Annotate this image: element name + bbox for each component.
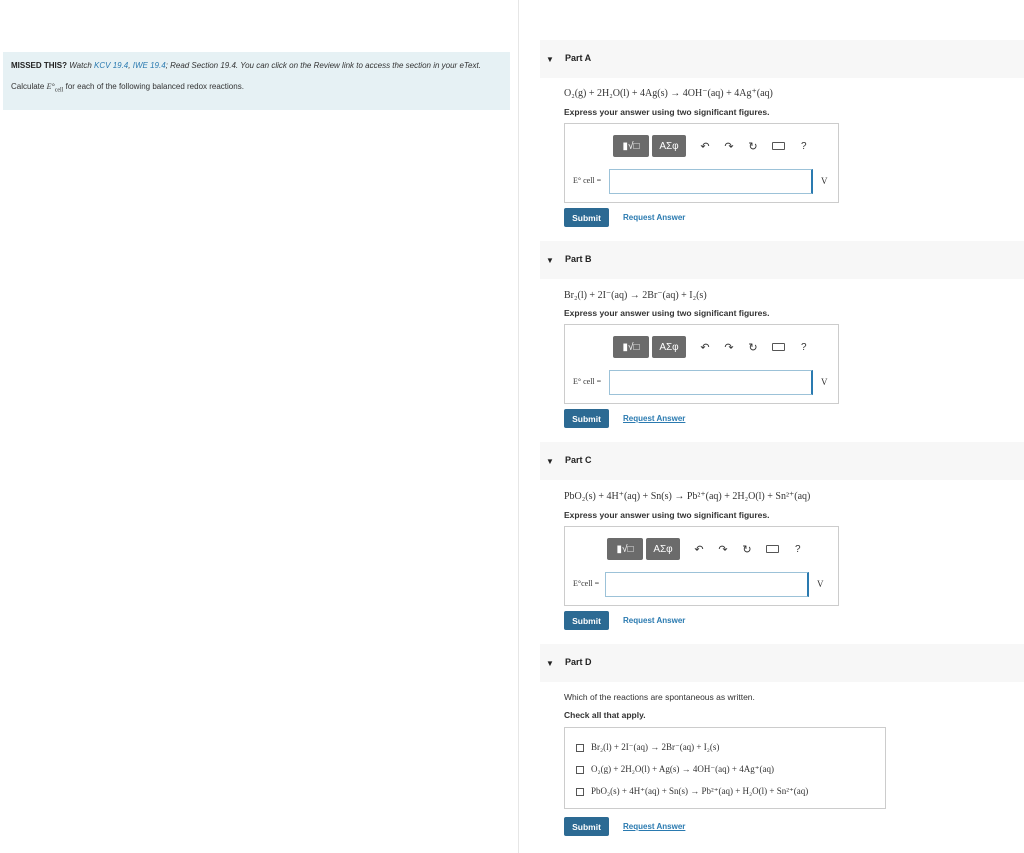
part-a-equation: O₂(g) + 2H₂O(l) + 4Ag(s) → 4OH⁻(aq) + 4A… bbox=[564, 88, 773, 99]
undo-icon[interactable]: ↶ bbox=[700, 341, 710, 354]
math-toolbar: ▮√□ ΑΣφ ↶ ↷ ↻ ? bbox=[613, 336, 807, 358]
part-a-submit-button[interactable]: Submit bbox=[564, 208, 609, 227]
option-label: Br₂(l) + 2I⁻(aq) → 2Br⁻(aq) + I₂(s) bbox=[591, 742, 720, 752]
undo-icon[interactable]: ↶ bbox=[700, 140, 710, 153]
part-d-instruction: Check all that apply. bbox=[564, 710, 646, 720]
undo-icon[interactable]: ↶ bbox=[694, 543, 704, 556]
etext-text: eText. bbox=[459, 61, 481, 70]
part-b-answer-box: ▮√□ ΑΣφ ↶ ↷ ↻ ? E° cell = V bbox=[564, 324, 839, 404]
templates-button[interactable]: ▮√□ bbox=[613, 336, 649, 358]
math-toolbar: ▮√□ ΑΣφ ↶ ↷ ↻ ? bbox=[613, 135, 807, 157]
collapse-triangle-icon[interactable]: ▼ bbox=[546, 55, 554, 64]
help-icon[interactable]: ? bbox=[801, 342, 807, 353]
greek-symbols-button[interactable]: ΑΣφ bbox=[652, 336, 686, 358]
part-b-header[interactable]: ▼ Part B bbox=[540, 241, 1024, 279]
part-c-submit-button[interactable]: Submit bbox=[564, 611, 609, 630]
keyboard-icon[interactable] bbox=[772, 343, 785, 351]
option-row[interactable]: PbO₂(s) + 4H⁺(aq) + Sn(s) → Pb²⁺(aq) + H… bbox=[576, 786, 808, 797]
help-icon[interactable]: ? bbox=[801, 141, 807, 152]
option-label: O₂(g) + 2H₂O(l) + Ag(s) → 4OH⁻(aq) + 4Ag… bbox=[591, 764, 774, 774]
option-label: PbO₂(s) + 4H⁺(aq) + Sn(s) → Pb²⁺(aq) + H… bbox=[591, 786, 809, 796]
collapse-triangle-icon[interactable]: ▼ bbox=[546, 256, 554, 265]
part-c-instruction: Express your answer using two significan… bbox=[564, 510, 770, 520]
greek-symbols-button[interactable]: ΑΣφ bbox=[646, 538, 680, 560]
part-d-request-answer-link[interactable]: Request Answer bbox=[623, 822, 685, 831]
part-c-answer-input[interactable] bbox=[605, 572, 809, 597]
ecell-label: E° cell = bbox=[573, 377, 602, 386]
redo-icon[interactable]: ↷ bbox=[718, 543, 728, 556]
part-c-request-answer-link[interactable]: Request Answer bbox=[623, 616, 685, 625]
part-a-label: Part A bbox=[565, 53, 592, 63]
unit-label: V bbox=[821, 176, 828, 186]
templates-button[interactable]: ▮√□ bbox=[607, 538, 643, 560]
checkbox[interactable] bbox=[576, 787, 584, 796]
checkbox[interactable] bbox=[576, 765, 584, 774]
reset-icon[interactable]: ↻ bbox=[748, 341, 758, 354]
reset-icon[interactable]: ↻ bbox=[748, 140, 758, 153]
left-pane: MISSED THIS? Watch KCV 19.4, IWE 19.4; R… bbox=[0, 0, 519, 853]
part-a-answer-box: ▮√□ ΑΣφ ↶ ↷ ↻ ? E° cell = V bbox=[564, 123, 839, 203]
collapse-triangle-icon[interactable]: ▼ bbox=[546, 457, 554, 466]
math-toolbar: ▮√□ ΑΣφ ↶ ↷ ↻ ? bbox=[607, 538, 801, 560]
part-d-options-box: Br₂(l) + 2I⁻(aq) → 2Br⁻(aq) + I₂(s) O₂(g… bbox=[564, 727, 886, 809]
part-b-label: Part B bbox=[565, 254, 592, 264]
keyboard-icon[interactable] bbox=[766, 545, 779, 553]
part-d-header[interactable]: ▼ Part D bbox=[540, 644, 1024, 682]
calculate-instruction: Calculate E°cell for each of the followi… bbox=[11, 82, 244, 94]
ecell-label: E° cell = bbox=[573, 176, 602, 185]
part-a-header[interactable]: ▼ Part A bbox=[540, 40, 1024, 78]
checkbox[interactable] bbox=[576, 743, 584, 752]
part-c-equation: PbO₂(s) + 4H⁺(aq) + Sn(s) → Pb²⁺(aq) + 2… bbox=[564, 491, 811, 502]
help-icon[interactable]: ? bbox=[795, 544, 801, 555]
missed-this-box: MISSED THIS? Watch KCV 19.4, IWE 19.4; R… bbox=[3, 52, 510, 110]
unit-label: V bbox=[821, 377, 828, 387]
collapse-triangle-icon[interactable]: ▼ bbox=[546, 659, 554, 668]
part-d-label: Part D bbox=[565, 657, 592, 667]
missed-label: MISSED THIS? bbox=[11, 61, 68, 70]
part-c-header[interactable]: ▼ Part C bbox=[540, 442, 1024, 480]
option-row[interactable]: Br₂(l) + 2I⁻(aq) → 2Br⁻(aq) + I₂(s) bbox=[576, 742, 719, 753]
iwe-link[interactable]: IWE 19.4 bbox=[133, 61, 166, 70]
option-row[interactable]: O₂(g) + 2H₂O(l) + Ag(s) → 4OH⁻(aq) + 4Ag… bbox=[576, 764, 774, 775]
part-c-label: Part C bbox=[565, 455, 592, 465]
part-d-question: Which of the reactions are spontaneous a… bbox=[564, 692, 755, 702]
keyboard-icon[interactable] bbox=[772, 142, 785, 150]
unit-label: V bbox=[817, 579, 824, 589]
part-d-submit-button[interactable]: Submit bbox=[564, 817, 609, 836]
part-b-answer-input[interactable] bbox=[609, 370, 813, 395]
part-c-answer-box: ▮√□ ΑΣφ ↶ ↷ ↻ ? E°cell = V bbox=[564, 526, 839, 606]
part-a-request-answer-link[interactable]: Request Answer bbox=[623, 213, 685, 222]
kcv-link[interactable]: KCV 19.4 bbox=[94, 61, 128, 70]
part-b-request-answer-link[interactable]: Request Answer bbox=[623, 414, 685, 423]
missed-this-text: MISSED THIS? Watch KCV 19.4, IWE 19.4; R… bbox=[11, 61, 481, 70]
redo-icon[interactable]: ↷ bbox=[724, 341, 734, 354]
templates-button[interactable]: ▮√□ bbox=[613, 135, 649, 157]
greek-symbols-button[interactable]: ΑΣφ bbox=[652, 135, 686, 157]
ecell-label: E°cell = bbox=[573, 579, 600, 588]
redo-icon[interactable]: ↷ bbox=[724, 140, 734, 153]
watch-text: Watch bbox=[69, 61, 92, 70]
part-b-submit-button[interactable]: Submit bbox=[564, 409, 609, 428]
reset-icon[interactable]: ↻ bbox=[742, 543, 752, 556]
part-a-answer-input[interactable] bbox=[609, 169, 813, 194]
read-text: ; Read Section 19.4. You can click on th… bbox=[165, 61, 458, 70]
part-b-instruction: Express your answer using two significan… bbox=[564, 308, 770, 318]
part-a-instruction: Express your answer using two significan… bbox=[564, 107, 770, 117]
part-b-equation: Br₂(l) + 2I⁻(aq) → 2Br⁻(aq) + I₂(s) bbox=[564, 290, 707, 301]
right-pane: ▼ Part A O₂(g) + 2H₂O(l) + 4Ag(s) → 4OH⁻… bbox=[520, 0, 1024, 853]
